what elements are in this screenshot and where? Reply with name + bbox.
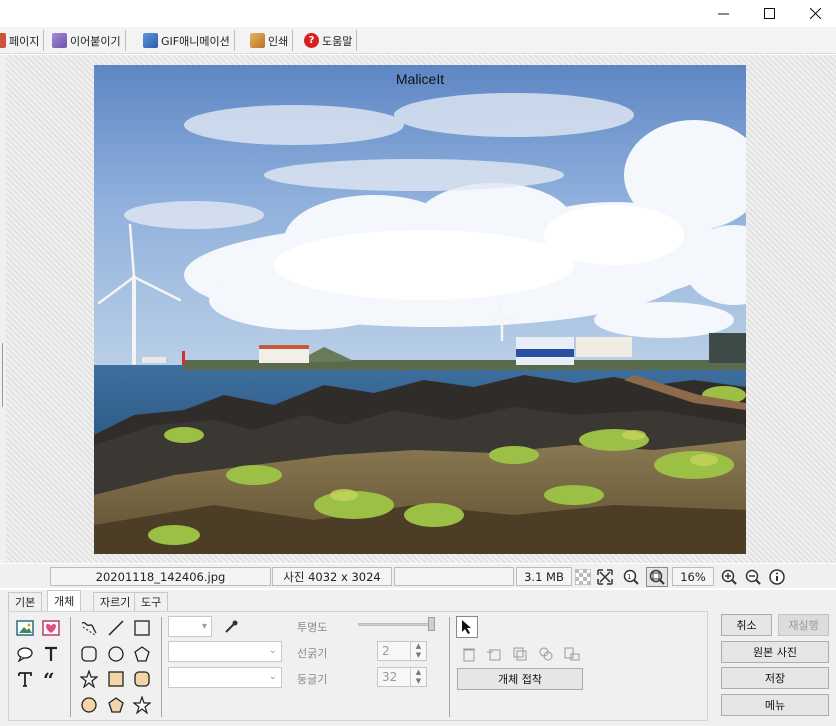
separator <box>161 617 162 717</box>
object-copy-icon[interactable] <box>509 643 531 665</box>
status-extra <box>394 567 514 586</box>
merge-objects-button[interactable]: 개체 접착 <box>457 668 583 690</box>
svg-text:“: “ <box>43 671 55 687</box>
tab-basic[interactable]: 기본 <box>8 592 43 611</box>
status-bar: 20201118_142406.jpg 사진 4032 x 3024 3.1 M… <box>0 564 836 588</box>
insert-image-icon[interactable] <box>14 617 36 639</box>
opacity-slider[interactable] <box>358 623 434 626</box>
freehand-icon[interactable] <box>78 617 100 639</box>
zoom-fit-icon[interactable] <box>646 567 668 587</box>
style-select[interactable]: ⌄ <box>168 667 282 688</box>
filled-rectangle-icon[interactable] <box>105 668 127 690</box>
separator <box>70 617 71 717</box>
cancel-button[interactable]: 취소 <box>721 614 772 636</box>
original-photo-button[interactable]: 원본 사진 <box>721 641 829 663</box>
svg-text:1: 1 <box>627 573 631 581</box>
object-order-icon[interactable] <box>561 643 583 665</box>
eyedropper-icon[interactable] <box>220 616 242 638</box>
fit-window-icon[interactable] <box>596 568 614 586</box>
zoom-in-icon[interactable] <box>720 568 738 586</box>
zoom-level: 16% <box>672 567 714 586</box>
line-width-stepper[interactable]: 2 ▲ ▼ <box>377 641 427 661</box>
quote-icon[interactable]: “ <box>40 668 62 690</box>
minimize-button[interactable] <box>700 0 746 27</box>
status-dimensions: 사진 4032 x 3024 <box>272 567 392 586</box>
toolbar-attach-label: 이어붙이기 <box>70 34 121 48</box>
toolbar-help-label: 도움말 <box>322 34 353 48</box>
filled-pentagon-icon[interactable] <box>105 694 127 716</box>
chevron-down-icon: ⌄ <box>268 671 277 682</box>
help-icon: ? <box>304 33 319 48</box>
close-button[interactable] <box>792 0 836 27</box>
print-icon <box>250 33 265 48</box>
status-filesize: 3.1 MB <box>516 567 572 586</box>
filled-ellipse-icon[interactable] <box>78 694 100 716</box>
line-width-label: 선굵기 <box>297 647 328 660</box>
minimize-icon <box>717 13 729 15</box>
object-delete-icon[interactable] <box>458 643 480 665</box>
separator <box>449 617 450 717</box>
close-icon <box>809 8 821 19</box>
menu-button[interactable]: 메뉴 <box>721 694 829 716</box>
toolbar-gif-label: GIF애니메이션 <box>161 34 230 48</box>
object-add-icon[interactable] <box>483 643 505 665</box>
star-outline-icon[interactable] <box>78 668 100 690</box>
toolbar-page-button[interactable]: 페이지 <box>0 30 45 51</box>
status-filename: 20201118_142406.jpg <box>50 567 271 586</box>
maximize-button[interactable] <box>746 0 792 27</box>
attach-icon <box>52 33 67 48</box>
toolbar-gif-button[interactable]: GIF애니메이션 <box>141 30 235 51</box>
stepper-arrows-icon[interactable]: ▲ ▼ <box>410 668 426 686</box>
line-width-value: 2 <box>382 644 390 658</box>
photo-canvas[interactable]: MaliceIt <box>94 65 746 554</box>
toolbar-attach-button[interactable]: 이어붙이기 <box>50 30 126 51</box>
toolbar-help-button[interactable]: ? 도움말 <box>302 30 358 51</box>
roundness-stepper[interactable]: 32 ▲ ▼ <box>377 667 427 687</box>
heart-sticker-icon[interactable] <box>40 617 62 639</box>
text-tool-icon[interactable] <box>40 643 62 665</box>
title-bar <box>0 0 836 27</box>
star-icon[interactable] <box>131 694 153 716</box>
actual-size-icon[interactable]: 1 <box>622 568 640 586</box>
watermark-text: MaliceIt <box>395 71 445 87</box>
tab-tools[interactable]: 도구 <box>134 592 169 611</box>
toolbar-print-button[interactable]: 인쇄 <box>248 30 294 51</box>
opacity-slider-thumb[interactable] <box>428 617 435 631</box>
roundness-value: 32 <box>382 670 398 684</box>
gif-animation-icon <box>143 33 158 48</box>
chevron-down-icon: ⌄ <box>268 645 277 656</box>
object-panel: “ ▾ ⌄ ⌄ 투명도 선굵기 2 ▲ ▼ 둥글기 32 ▲ ▼ 개체 접착 취… <box>0 611 836 726</box>
photo-image <box>94 65 746 554</box>
toolbar-print-label: 인쇄 <box>268 34 289 48</box>
tab-object[interactable]: 개체 <box>47 590 82 611</box>
ellipse-tool-icon[interactable] <box>105 643 127 665</box>
color-picker[interactable]: ▾ <box>168 616 212 637</box>
stepper-arrows-icon[interactable]: ▲ ▼ <box>410 642 426 660</box>
checker-icon[interactable] <box>574 568 592 586</box>
object-group-icon[interactable] <box>535 643 557 665</box>
pentagon-tool-icon[interactable] <box>131 643 153 665</box>
rounded-rectangle-icon[interactable] <box>78 643 100 665</box>
roundness-label: 둥글기 <box>297 673 328 686</box>
property-tabs: 기본 개체 자르기 도구 <box>0 590 836 611</box>
chevron-down-icon: ▾ <box>201 621 207 632</box>
outline-text-icon[interactable] <box>14 668 36 690</box>
maximize-icon <box>763 8 775 19</box>
page-icon <box>0 33 6 48</box>
zoom-out-icon[interactable] <box>744 568 762 586</box>
rectangle-tool-icon[interactable] <box>131 617 153 639</box>
main-toolbar: 페이지 이어붙이기 GIF애니메이션 인쇄 ? 도움말 <box>0 27 836 54</box>
info-icon[interactable] <box>768 568 786 586</box>
opacity-label: 투명도 <box>297 621 328 634</box>
tab-crop[interactable]: 자르기 <box>93 592 138 611</box>
filled-rounded-rectangle-icon[interactable] <box>131 668 153 690</box>
toolbar-page-label: 페이지 <box>9 34 40 48</box>
redo-button[interactable]: 재실행 <box>778 614 829 636</box>
line-tool-icon[interactable] <box>105 617 127 639</box>
font-select[interactable]: ⌄ <box>168 641 282 662</box>
speech-bubble-icon[interactable] <box>14 643 36 665</box>
save-button[interactable]: 저장 <box>721 667 829 689</box>
select-pointer-icon[interactable] <box>456 616 478 638</box>
